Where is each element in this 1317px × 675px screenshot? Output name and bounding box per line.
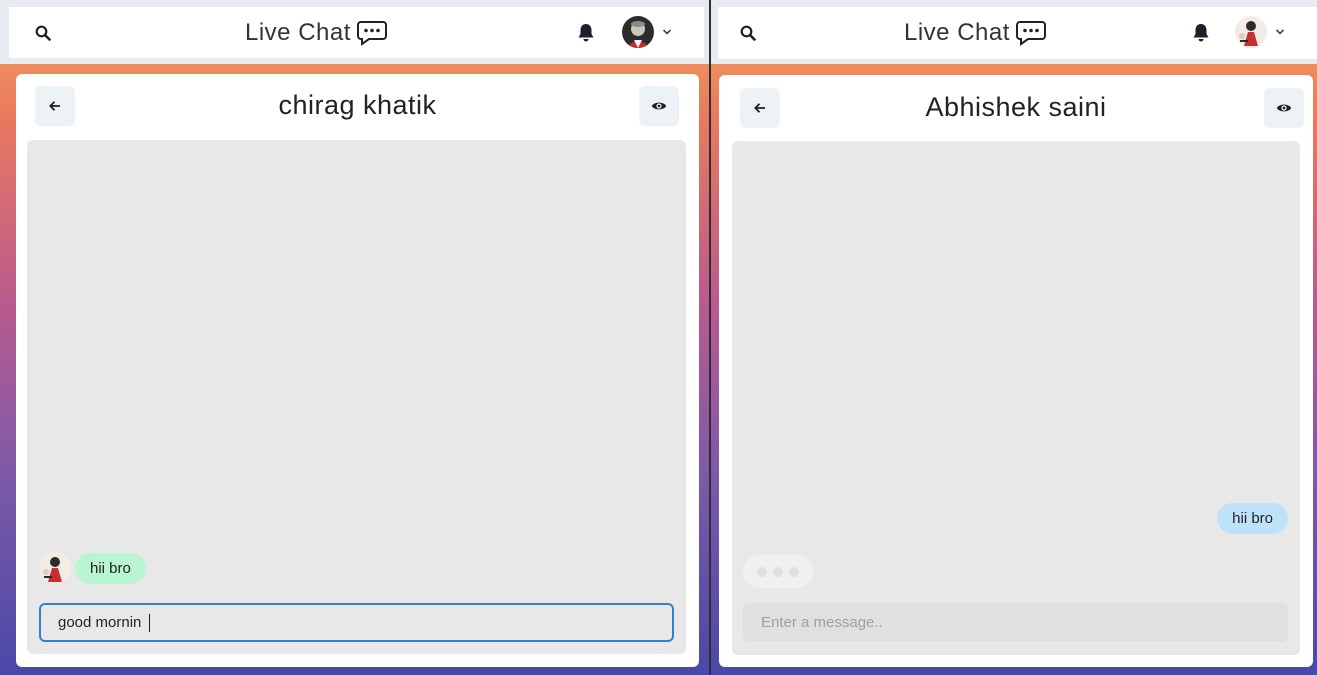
- profile-menu-button[interactable]: [622, 16, 672, 48]
- sender-avatar: [39, 552, 71, 584]
- chat-header: Abhishek saini: [719, 75, 1313, 141]
- right-browser-window: Live Chat Abhishek saini hii bro Enter a…: [711, 0, 1317, 675]
- eye-icon: [651, 102, 667, 110]
- avatar: [622, 16, 654, 48]
- eye-icon: [1276, 104, 1292, 112]
- sender-avatar-image: [39, 552, 71, 584]
- text-cursor: [149, 614, 150, 632]
- typing-dot: [757, 566, 767, 577]
- top-navbar: Live Chat: [0, 0, 709, 64]
- app-brand: Live Chat: [904, 7, 1046, 59]
- message-row: hii bro: [39, 552, 146, 584]
- chat-card: Abhishek saini hii bro: [719, 75, 1313, 667]
- bell-icon: [1193, 24, 1209, 42]
- chevron-down-icon: [1275, 29, 1285, 35]
- app-title: Live Chat: [245, 18, 351, 46]
- top-navbar: Live Chat: [711, 0, 1317, 64]
- chat-bubble-icon: [1015, 21, 1046, 46]
- app-title: Live Chat: [904, 19, 1010, 46]
- chat-card: chirag khatik hii bro good mornin: [16, 74, 699, 667]
- view-profile-button[interactable]: [639, 86, 679, 126]
- search-icon: [35, 25, 51, 41]
- chat-header: chirag khatik: [16, 74, 699, 140]
- message-input[interactable]: [743, 603, 1288, 642]
- typing-dot: [773, 566, 783, 577]
- user-avatar-image: [622, 16, 654, 48]
- navbar-bar: Live Chat: [718, 7, 1317, 59]
- user-avatar-image: [1235, 16, 1267, 48]
- chat-contact-name: chirag khatik: [278, 90, 437, 120]
- typing-indicator: [743, 555, 813, 588]
- bell-icon: [578, 24, 594, 42]
- navbar-bar: Live Chat: [9, 7, 704, 58]
- chat-bubble-icon: [356, 20, 387, 46]
- app-brand: Live Chat: [245, 7, 387, 58]
- search-button[interactable]: [728, 13, 768, 53]
- chat-contact-name: Abhishek saini: [925, 92, 1107, 122]
- search-icon: [740, 25, 756, 41]
- screen: Live Chat chirag khatik hii bro good mor…: [0, 0, 1317, 675]
- message-area[interactable]: hii bro: [27, 140, 686, 654]
- message-row: hii bro: [1217, 503, 1288, 534]
- profile-menu-button[interactable]: [1235, 16, 1285, 48]
- message-bubble: hii bro: [1217, 503, 1288, 534]
- notifications-button[interactable]: [566, 13, 606, 53]
- message-area[interactable]: hii bro: [732, 141, 1300, 655]
- message-bubble: hii bro: [75, 552, 146, 584]
- search-button[interactable]: [23, 13, 63, 53]
- typing-dot: [789, 566, 799, 577]
- notifications-button[interactable]: [1181, 13, 1221, 53]
- left-browser-window: Live Chat chirag khatik hii bro good mor…: [0, 0, 709, 675]
- chevron-down-icon: [662, 29, 672, 35]
- avatar: [1235, 16, 1267, 48]
- view-profile-button[interactable]: [1264, 88, 1304, 128]
- message-input[interactable]: [39, 603, 674, 642]
